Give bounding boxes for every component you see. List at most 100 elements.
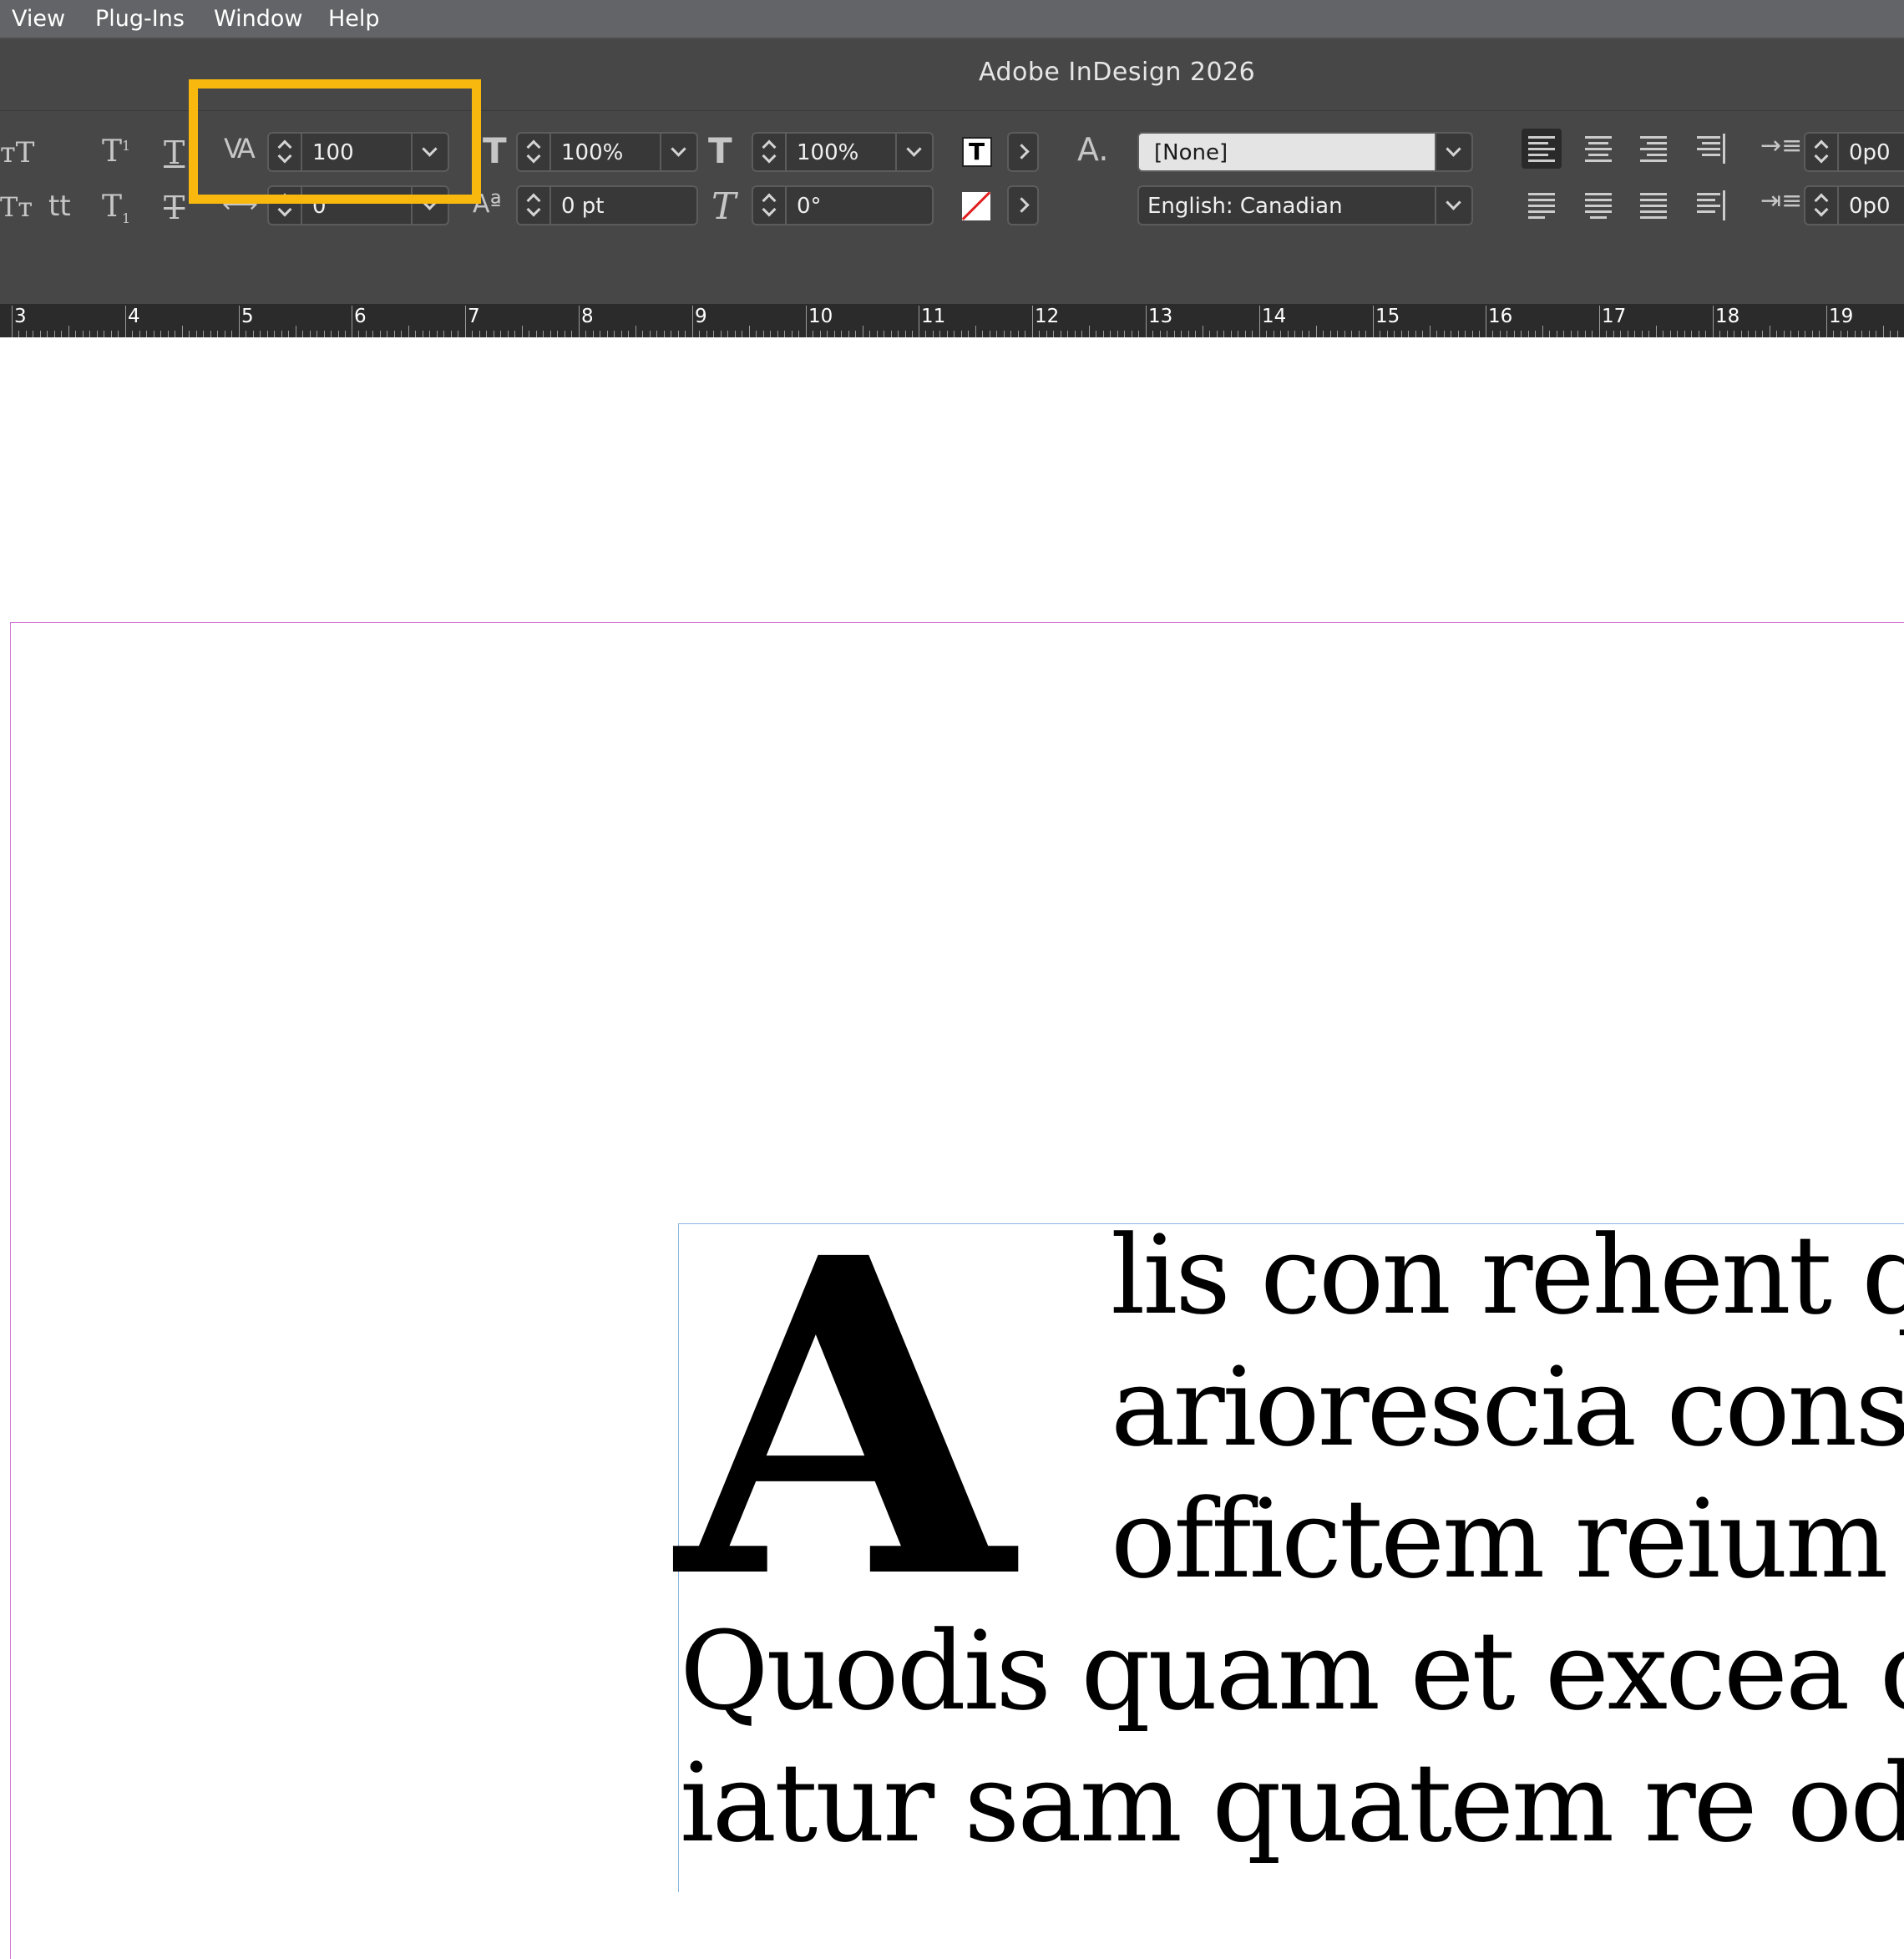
ruler-minor-tick [1585, 331, 1586, 337]
chevron-down-icon[interactable] [1435, 187, 1471, 224]
horizontal-scale-stepper[interactable] [753, 134, 787, 170]
character-style-icon: A. [1077, 131, 1109, 168]
ruler-minor-tick [1430, 326, 1431, 337]
ruler-minor-tick [1727, 331, 1728, 337]
ruler-minor-tick [316, 331, 317, 337]
ruler-minor-tick [182, 326, 183, 337]
skew-field[interactable]: 0° [752, 185, 934, 225]
justify-center-button[interactable] [1578, 185, 1618, 225]
strikethrough-icon[interactable]: T [164, 192, 185, 224]
ruler-minor-tick [1067, 331, 1068, 337]
ruler-minor-tick [83, 331, 84, 337]
ruler-minor-tick [1217, 331, 1218, 337]
justify-all-button[interactable] [1633, 185, 1674, 225]
ruler-minor-tick [1152, 331, 1153, 337]
ruler-minor-tick [642, 331, 643, 337]
horizontal-scale-field[interactable]: 100% [752, 132, 934, 172]
ruler-minor-tick [437, 331, 438, 337]
align-left-button[interactable] [1522, 129, 1562, 169]
ruler-label: 5 [241, 306, 254, 327]
baseline-shift-stepper[interactable] [518, 187, 551, 224]
ruler-minor-tick [111, 331, 112, 337]
justify-left-button[interactable] [1522, 185, 1562, 225]
ruler-minor-tick [1174, 331, 1175, 337]
vertical-scale-field[interactable]: 100% [516, 132, 698, 172]
vertical-scale-stepper[interactable] [518, 134, 551, 170]
ruler-minor-tick [1528, 331, 1529, 337]
ruler-minor-tick [1351, 331, 1352, 337]
ruler-minor-tick [685, 331, 686, 337]
first-line-indent-stepper[interactable] [1805, 187, 1839, 224]
ruler-minor-tick [1316, 326, 1317, 337]
ruler-minor-tick [231, 331, 232, 337]
ruler-minor-tick [678, 331, 679, 337]
ruler-minor-tick [1444, 331, 1445, 337]
text-line: ariorescia cons [1111, 1344, 1904, 1471]
skew-value[interactable]: 0° [797, 195, 822, 218]
skew-stepper[interactable] [753, 187, 787, 224]
ruler-minor-tick [168, 331, 169, 337]
small-caps-icon[interactable]: Tт [0, 194, 33, 220]
subscript-icon[interactable]: T1 [102, 191, 130, 225]
ruler-minor-tick [1648, 331, 1649, 337]
first-line-indent-value[interactable]: 0p0 [1849, 195, 1891, 218]
ruler-minor-tick [664, 331, 665, 337]
align-right-button[interactable] [1633, 129, 1674, 169]
language-value[interactable]: English: Canadian [1147, 195, 1343, 218]
ruler-minor-tick [210, 331, 211, 337]
menu-bar: View Plug-Ins Window Help [0, 0, 1904, 39]
ruler-minor-tick [451, 331, 452, 337]
ruler-label: 12 [1035, 306, 1060, 327]
language-select[interactable]: English: Canadian [1137, 185, 1473, 225]
ruler-minor-tick [310, 331, 311, 337]
ruler-minor-tick [1861, 331, 1862, 337]
left-indent-icon: →≡ [1760, 131, 1803, 160]
menu-help[interactable]: Help [328, 7, 380, 32]
horizontal-scale-value[interactable]: 100% [797, 141, 858, 165]
ruler-minor-tick [345, 331, 346, 337]
left-indent-stepper[interactable] [1805, 134, 1839, 170]
vertical-scale-value[interactable]: 100% [561, 141, 623, 165]
underline-icon[interactable]: T [164, 137, 185, 169]
chevron-down-icon[interactable] [660, 134, 696, 170]
ruler-minor-tick [1181, 331, 1182, 337]
ruler-minor-tick [196, 331, 197, 337]
ruler-minor-tick [1075, 331, 1076, 337]
character-style-select[interactable]: [None] [1137, 132, 1473, 172]
align-away-from-spine-button[interactable] [1692, 185, 1732, 225]
left-indent-field[interactable]: 0p0 [1804, 132, 1904, 172]
ruler-minor-tick [415, 331, 416, 337]
ruler-minor-tick [1855, 331, 1856, 337]
stroke-options-chevron[interactable] [1007, 185, 1039, 225]
chevron-down-icon[interactable] [1435, 134, 1471, 170]
baseline-shift-value[interactable]: 0 pt [561, 195, 605, 218]
character-style-value[interactable]: [None] [1154, 141, 1228, 165]
lowercase-icon[interactable]: tt [48, 192, 71, 220]
ruler-minor-tick [281, 331, 282, 337]
menu-window[interactable]: Window [214, 7, 302, 32]
first-line-indent-field[interactable]: 0p0 [1804, 185, 1904, 225]
fill-options-chevron[interactable] [1007, 132, 1039, 172]
ruler-minor-tick [1705, 331, 1706, 337]
align-center-button[interactable] [1578, 129, 1618, 169]
menu-view[interactable]: View [12, 7, 65, 32]
all-caps-icon[interactable]: ᴛT [0, 139, 35, 167]
ruler-minor-tick [253, 331, 254, 337]
menu-plug-ins[interactable]: Plug-Ins [95, 7, 185, 32]
ruler-minor-tick [380, 331, 381, 337]
ruler-major-tick [579, 306, 580, 337]
text-fill-icon[interactable]: T [962, 137, 992, 167]
ruler-minor-tick [203, 331, 204, 337]
ruler-minor-tick [1819, 331, 1820, 337]
baseline-shift-field[interactable]: 0 pt [516, 185, 698, 225]
chevron-down-icon[interactable] [895, 134, 932, 170]
superscript-icon[interactable]: T1 [102, 137, 130, 167]
ruler-minor-tick [508, 331, 509, 337]
ruler-minor-tick [1018, 331, 1019, 337]
text-stroke-none-icon[interactable] [962, 192, 990, 220]
first-line-indent-icon: ⇥≡ [1760, 186, 1803, 215]
align-towards-spine-button[interactable] [1692, 129, 1732, 169]
ruler-minor-tick [1762, 331, 1763, 337]
ruler-minor-tick [763, 331, 764, 337]
left-indent-value[interactable]: 0p0 [1849, 141, 1891, 165]
